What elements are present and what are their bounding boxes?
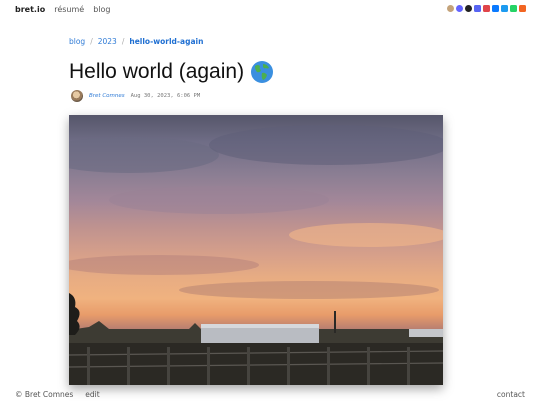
sunset-landscape-image [69, 125, 443, 385]
discord-icon[interactable] [474, 5, 481, 12]
breadcrumb-separator: / [90, 37, 93, 46]
footer-left: © Bret Comnes edit [15, 390, 100, 399]
bluesky-icon[interactable] [492, 5, 499, 12]
top-nav: bret.io résumé blog [15, 5, 110, 14]
globe-icon [251, 61, 274, 83]
breadcrumb-year-link[interactable]: 2023 [98, 37, 117, 46]
hero-photo [69, 115, 443, 385]
footer: © Bret Comnes edit contact [15, 390, 525, 399]
breadcrumb-blog-link[interactable]: blog [69, 37, 85, 46]
nav-resume-link[interactable]: résumé [54, 5, 84, 14]
nav-blog-link[interactable]: blog [93, 5, 110, 14]
breadcrumb-separator: / [121, 37, 125, 46]
post-date: Aug 30, 2023, 6:06 PM [130, 93, 201, 99]
page-title: Hello world (again) [69, 60, 245, 83]
github-icon[interactable] [465, 5, 472, 12]
copyright-text: © Bret Comnes [15, 390, 74, 399]
breadcrumb-current-link[interactable]: hello-world-again [129, 37, 203, 46]
contact-link[interactable]: contact [497, 390, 525, 399]
phone-icon[interactable] [510, 5, 517, 12]
brand-link[interactable]: bret.io [15, 5, 45, 14]
owl-icon[interactable] [447, 5, 454, 12]
avatar[interactable] [71, 90, 83, 102]
rss-icon[interactable] [519, 5, 526, 12]
twitter-icon[interactable] [501, 5, 508, 12]
author-link[interactable]: Bret Comnes [89, 93, 125, 99]
social-icons [447, 5, 526, 12]
post-meta: Bret Comnes Aug 30, 2023, 6:06 PM [71, 90, 200, 102]
breadcrumb: blog / 2023 / hello-world-again [69, 37, 203, 46]
app-icon[interactable] [483, 5, 490, 12]
mastodon-icon[interactable] [456, 5, 463, 12]
title-row: Hello world (again) [69, 60, 274, 84]
edit-link[interactable]: edit [85, 390, 99, 399]
